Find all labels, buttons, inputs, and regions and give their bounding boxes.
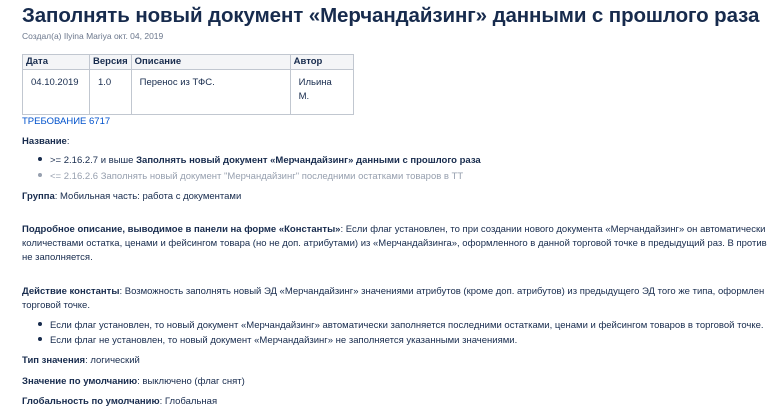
- name-item-prefix: >= 2.16.2.7 и выше: [50, 155, 137, 166]
- list-item: Если флаг не установлен, то новый докуме…: [38, 335, 517, 346]
- history-cell-date: 04.10.2019: [22, 69, 90, 115]
- author-first-line: Ильина: [298, 77, 332, 88]
- detailed-description-label: Подробное описание, выводимое в панели н…: [22, 224, 341, 235]
- requirement-link[interactable]: ТРЕБОВАНИЕ 6717: [22, 116, 110, 127]
- constant-action-item-1: Если флаг установлен, то новый документ …: [50, 320, 764, 331]
- name-section: Название:: [22, 136, 69, 147]
- default-globality-label: Глобальность по умолчанию: [22, 396, 160, 407]
- default-value-value: : выключено (флаг снят): [137, 376, 245, 387]
- value-type-value: : логический: [85, 355, 140, 366]
- name-item-old: <= 2.16.2.6 Заполнять новый документ "Ме…: [50, 171, 464, 182]
- table-row: 04.10.2019 1.0 Перенос из ТФС. Ильина М.: [22, 69, 354, 115]
- default-value-label: Значение по умолчанию: [22, 376, 138, 387]
- list-item: >= 2.16.2.7 и выше Заполнять новый докум…: [38, 155, 481, 166]
- group-line: Группа: Мобильная часть: работа с докуме…: [22, 191, 241, 202]
- name-item-bold: Заполнять новый документ «Мерчандайзинг»…: [136, 155, 481, 166]
- name-colon: :: [66, 136, 70, 147]
- detailed-description-line-3: не заполняется.: [22, 252, 93, 263]
- bullet-dot-icon: [38, 173, 42, 178]
- page: Заполнять новый документ «Мерчандайзинг»…: [0, 0, 768, 408]
- history-table-header-row: Дата Версия Описание Автор: [22, 54, 354, 70]
- author-second-line: М.: [298, 91, 310, 102]
- history-header-author: Автор: [289, 54, 354, 70]
- page-byline: Создал(а) Ilyina Mariya окт. 04, 2019: [22, 31, 164, 41]
- default-globality-line: Глобальность по умолчанию: Глобальная: [22, 396, 217, 407]
- bullet-dot-icon: [38, 337, 42, 342]
- history-header-description: Описание: [130, 54, 291, 70]
- constant-action-label: Действие константы: [22, 286, 120, 297]
- constant-action-text-1: : Возможность заполнять новый ЭД «Мерчан…: [119, 286, 765, 297]
- constant-action-item-2: Если флаг не установлен, то новый докуме…: [50, 335, 518, 346]
- constant-action-line-2: торговой точке.: [22, 300, 90, 311]
- bullet-dot-icon: [38, 322, 42, 327]
- default-value-line: Значение по умолчанию: выключено (флаг с…: [22, 376, 245, 387]
- history-header-date: Дата: [22, 54, 90, 70]
- detailed-description-line-1: Подробное описание, выводимое в панели н…: [22, 224, 765, 235]
- constant-action-line-1: Действие константы: Возможность заполнят…: [22, 286, 764, 297]
- history-cell-author: Ильина М.: [289, 69, 354, 115]
- detailed-description-text-1: : Если флаг установлен, то при создании …: [340, 224, 766, 235]
- value-type-line: Тип значения: логический: [22, 355, 140, 366]
- history-cell-version: 1.0: [89, 69, 132, 115]
- detailed-description-line-2: количествами остатка, ценами и фейсингом…: [22, 238, 767, 249]
- history-cell-description: Перенос из ТФС.: [130, 69, 291, 115]
- group-label: Группа: [22, 191, 55, 202]
- value-type-label: Тип значения: [22, 355, 86, 366]
- group-value: : Мобильная часть: работа с документами: [54, 191, 242, 202]
- list-item: <= 2.16.2.6 Заполнять новый документ "Ме…: [38, 171, 463, 182]
- bullet-dot-icon: [38, 157, 42, 162]
- page-title: Заполнять новый документ «Мерчандайзинг»…: [22, 4, 760, 27]
- list-item: Если флаг установлен, то новый документ …: [38, 320, 764, 331]
- history-header-version: Версия: [89, 54, 132, 70]
- name-label: Название: [22, 136, 67, 147]
- default-globality-value: : Глобальная: [159, 396, 218, 407]
- history-table: Дата Версия Описание Автор 04.10.2019 1.…: [22, 54, 354, 115]
